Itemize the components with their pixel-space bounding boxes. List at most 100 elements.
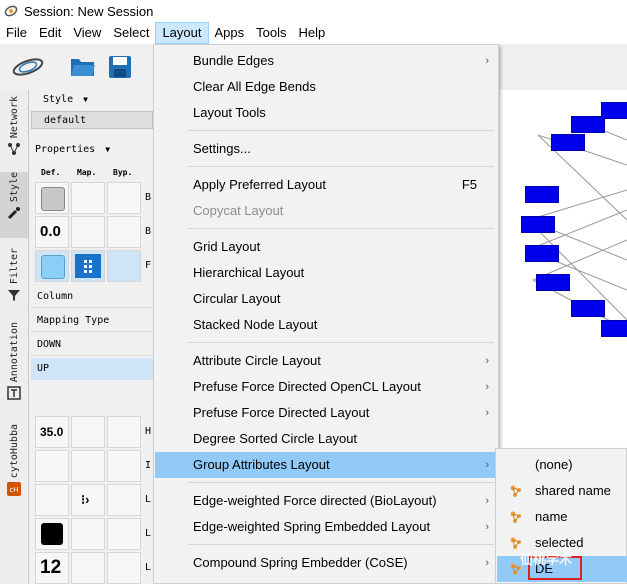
menu-item-hierarchical-layout[interactable]: Hierarchical Layout [155,260,497,286]
menu-item-grid-layout[interactable]: Grid Layout [155,234,497,260]
submenu-item-none[interactable]: (none) [497,452,627,478]
properties-selector[interactable]: Properties ▼ [35,142,110,158]
style-selector[interactable]: Style ▼ [43,92,88,108]
bypass-cell[interactable] [107,182,141,214]
menu-item-degree-sorted-circle-layout[interactable]: Degree Sorted Circle Layout [155,426,497,452]
network-node[interactable] [571,300,605,317]
color-swatch [41,255,65,279]
network-node[interactable] [525,186,559,203]
default-value-cell[interactable]: 35.0 [35,416,69,448]
chevron-down-icon: ▼ [105,145,111,154]
network-node[interactable] [551,134,585,151]
shortcut-label: F5 [461,177,477,192]
mapping-cell[interactable] [71,250,105,282]
layout-algorithm-icon [510,485,521,497]
menu-item-settings[interactable]: Settings... [155,136,497,162]
network-node[interactable] [536,274,570,291]
title-bar: Session: New Session [0,0,627,22]
menu-item-copycat-layout: Copycat Layout [193,203,284,218]
tab-style-label: Style [8,172,20,203]
mapping-cell[interactable]: ⁝› [71,484,105,516]
default-fill-color-cell[interactable] [35,250,69,282]
mapping-cell[interactable] [71,416,105,448]
menu-item-apply-preferred-layout[interactable]: Apply Preferred Layout F5 [155,172,497,198]
watermark-text: 仙桃学术 [520,552,573,567]
column-map-header: Map. [77,168,97,177]
mapping-cell[interactable] [71,552,105,584]
bypass-cell[interactable] [107,250,141,282]
tab-network[interactable]: Network [0,96,28,162]
import-network-icon[interactable] [10,54,46,80]
network-node[interactable] [521,216,555,233]
property-name: B [145,226,152,237]
default-value: 35.0 [40,425,64,439]
brush-icon [7,207,20,220]
bypass-cell[interactable] [107,450,141,482]
network-node[interactable] [571,116,605,133]
tab-cytohubba[interactable]: cytoHubba cH [0,424,28,504]
menu-item-cose-layout[interactable]: Compound Spring Embedder (CoSE) › [155,550,497,576]
tab-filter[interactable]: Filter [0,248,28,310]
mapping-key-up[interactable]: UP [31,358,153,380]
menu-item-group-attributes-layout[interactable]: Group Attributes Layout › [155,452,497,478]
tab-style[interactable]: Style [0,172,28,238]
menu-edit[interactable]: Edit [33,22,67,44]
menu-tools[interactable]: Tools [250,22,292,44]
mapping-cell[interactable] [71,182,105,214]
chevron-right-icon: › [485,355,489,367]
menu-item-bundle-edges[interactable]: Bundle Edges › [155,48,497,74]
default-fill-color-cell[interactable] [35,182,69,214]
menu-item-biolayout[interactable]: Edge-weighted Force directed (BioLayout)… [155,488,497,514]
default-value-cell[interactable]: 12 [35,552,69,584]
style-dropdown[interactable]: default [31,111,153,129]
default-color-cell[interactable] [35,518,69,550]
bypass-cell[interactable] [107,216,141,248]
open-folder-icon[interactable] [70,56,96,78]
menu-item-circular-layout[interactable]: Circular Layout [155,286,497,312]
menu-apps[interactable]: Apps [209,22,251,44]
mapping-key-down[interactable]: DOWN [31,334,153,356]
cytohubba-icon: cH [7,482,21,497]
menu-item-layout-tools[interactable]: Layout Tools [155,100,497,126]
default-value-cell[interactable]: 0.0 [35,216,69,248]
property-name: L [145,494,152,505]
watermark: 仙桃学术 [520,549,572,568]
menu-view[interactable]: View [67,22,107,44]
discrete-mapping-icon [75,254,101,278]
bypass-cell[interactable] [107,518,141,550]
tab-annotation[interactable]: Annotation [0,322,28,408]
menu-separator [188,130,494,131]
bypass-cell[interactable] [107,416,141,448]
save-icon[interactable] [108,55,132,79]
mapping-cell[interactable] [71,518,105,550]
mapping-cell[interactable] [71,450,105,482]
mapping-cell[interactable] [71,216,105,248]
default-value-cell[interactable] [35,484,69,516]
property-name: I [145,460,152,471]
menu-item-clear-edge-bends[interactable]: Clear All Edge Bends [155,74,497,100]
menu-item-prefuse-force-directed-layout[interactable]: Prefuse Force Directed Layout › [155,400,497,426]
color-swatch [41,187,65,211]
bypass-cell[interactable] [107,552,141,584]
menu-item-prefuse-opencl-layout[interactable]: Prefuse Force Directed OpenCL Layout › [155,374,497,400]
tab-cytohubba-label: cytoHubba [8,424,20,479]
menu-item-attribute-circle-layout[interactable]: Attribute Circle Layout › [155,348,497,374]
property-name: F [145,260,152,271]
bypass-cell[interactable] [107,484,141,516]
network-node[interactable] [601,320,627,337]
network-node[interactable] [525,245,559,262]
mapping-type-label[interactable]: Mapping Type [31,310,153,332]
menu-item-stacked-node-layout[interactable]: Stacked Node Layout [155,312,497,338]
layout-algorithm-icon [510,511,521,523]
chevron-right-icon: › [485,495,489,507]
submenu-item-shared-name[interactable]: shared name [497,478,627,504]
menu-item-spring-embedded-layout[interactable]: Edge-weighted Spring Embedded Layout › [155,514,497,540]
mapping-column-label[interactable]: Column [31,286,153,308]
menu-select[interactable]: Select [107,22,155,44]
submenu-item-name[interactable]: name [497,504,627,530]
menu-layout[interactable]: Layout [155,22,209,44]
menu-file[interactable]: File [0,22,33,44]
menu-help[interactable]: Help [293,22,332,44]
default-value-cell[interactable] [35,450,69,482]
properties-label: Properties [35,144,96,155]
